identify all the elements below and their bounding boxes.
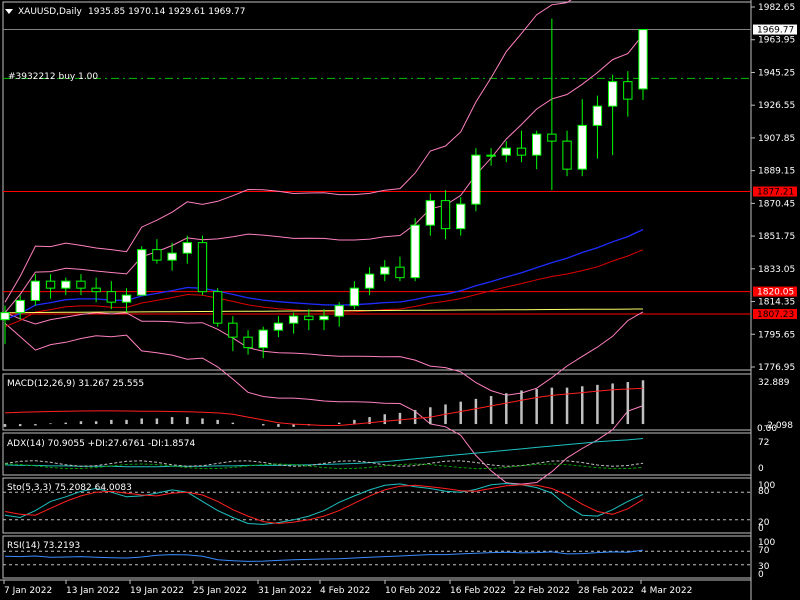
adx-scale-bottom: 0 <box>758 464 764 474</box>
price-marker-label: 1820.05 <box>757 288 794 298</box>
date-tick-label: 13 Jan 2022 <box>66 586 120 596</box>
bollinger-lower <box>4 322 644 485</box>
candle-body[interactable] <box>45 280 56 289</box>
candle-body[interactable] <box>364 273 375 289</box>
candle-body[interactable] <box>410 224 420 279</box>
date-tick-label: 10 Feb 2022 <box>385 586 441 596</box>
bollinger-upper <box>4 34 644 314</box>
candle-body[interactable] <box>106 291 117 303</box>
price-marker-label: 1807.23 <box>757 310 794 320</box>
candle-body[interactable] <box>152 249 162 261</box>
candle-body[interactable] <box>167 252 177 261</box>
candle-body[interactable] <box>592 105 603 126</box>
candle-body[interactable] <box>61 280 71 289</box>
candle-body[interactable] <box>395 266 405 279</box>
candle-body[interactable] <box>258 329 268 349</box>
price-tick-label: 1945.25 <box>758 68 795 78</box>
candle-body[interactable] <box>197 242 208 293</box>
price-tick-label: 1982.65 <box>758 3 795 13</box>
price-tick-label: 1851.75 <box>758 232 795 242</box>
candle-body[interactable] <box>182 242 192 254</box>
date-tick-label: 4 Mar 2022 <box>641 586 692 596</box>
candlesticks[interactable] <box>0 18 648 359</box>
candle-body[interactable] <box>349 287 360 307</box>
candle-body[interactable] <box>30 280 41 301</box>
date-tick-label: 7 Jan 2022 <box>4 586 52 596</box>
candle-body[interactable] <box>547 133 557 142</box>
candle-body[interactable] <box>304 315 314 321</box>
candle-body[interactable] <box>471 154 481 205</box>
price-tick-label: 1889.15 <box>758 167 795 177</box>
candle-body[interactable] <box>137 249 147 296</box>
moving-averages <box>4 0 644 485</box>
sto-scale-80: 80 <box>758 487 770 497</box>
order-label: #3932212 buy 1.00 <box>8 72 98 82</box>
candle-body[interactable] <box>76 280 86 289</box>
candle-body[interactable] <box>456 203 466 230</box>
price-tick-label: 1963.95 <box>758 36 795 46</box>
date-tick-label: 31 Jan 2022 <box>258 586 312 596</box>
date-tick-label: 22 Feb 2022 <box>514 586 570 596</box>
price-tick-label: 1870.45 <box>758 199 795 209</box>
rsi-label: RSI(14) 73.2193 <box>7 541 80 551</box>
candle-body[interactable] <box>623 81 633 100</box>
stochastic-label: Sto(5,3,3) 75.2082 64.0083 <box>7 483 132 493</box>
date-axis[interactable]: 7 Jan 2022 13 Jan 2022 19 Jan 2022 25 Jan 2… <box>3 580 692 596</box>
macd-signal-line <box>4 387 644 426</box>
candle-body[interactable] <box>243 336 253 349</box>
candle-body[interactable] <box>486 154 496 157</box>
symbol-dropdown-icon[interactable] <box>5 9 13 14</box>
candle-body[interactable] <box>577 124 587 170</box>
price-tick-label: 1795.65 <box>758 330 795 340</box>
candle-body[interactable] <box>425 200 436 226</box>
candle-body[interactable] <box>0 312 10 321</box>
sto-scale-0: 0 <box>758 524 764 534</box>
symbol-title: XAUUSD,Daily <box>18 7 82 17</box>
candle-body[interactable] <box>638 29 648 90</box>
price-tick-label: 1833.05 <box>758 265 795 275</box>
date-tick-label: 16 Feb 2022 <box>450 586 506 596</box>
macd-scale-bottom: 0.00 <box>757 424 777 434</box>
candle-body[interactable] <box>121 294 132 303</box>
macd-label: MACD(12,26,9) 31.267 25.555 <box>7 379 144 389</box>
date-tick-label: 19 Jan 2022 <box>130 586 184 596</box>
candle-body[interactable] <box>288 315 299 324</box>
candle-body[interactable] <box>501 147 511 156</box>
rsi-scale-70: 70 <box>758 546 770 556</box>
plus-di-line <box>4 460 644 467</box>
candle-body[interactable] <box>319 315 329 321</box>
candle-body[interactable] <box>562 140 572 170</box>
macd-scale-top: 32.889 <box>758 378 790 388</box>
candle-body[interactable] <box>531 133 542 156</box>
price-marker-label: 1877.21 <box>757 188 794 198</box>
candle-body[interactable] <box>228 322 238 338</box>
date-tick-label: 25 Jan 2022 <box>193 586 247 596</box>
adx-scale-top: 72 <box>758 438 769 448</box>
trading-chart[interactable]: XAUUSD,Daily 1935.85 1970.14 1929.61 196… <box>0 0 800 600</box>
ohlc-readout: 1935.85 1970.14 1929.61 1969.77 <box>88 7 245 17</box>
candle-body[interactable] <box>380 266 390 275</box>
price-marker-label: 1969.77 <box>757 26 794 36</box>
candle-body[interactable] <box>334 305 344 317</box>
date-tick-label: 4 Feb 2022 <box>320 586 370 596</box>
candle-body[interactable] <box>516 147 527 156</box>
candle-body[interactable] <box>91 287 101 293</box>
price-tick-label: 1926.55 <box>758 101 795 111</box>
candle-body[interactable] <box>273 322 284 331</box>
candle-body[interactable] <box>15 299 25 314</box>
price-tick-label: 1776.95 <box>758 363 795 373</box>
candle-body[interactable] <box>440 200 451 230</box>
rsi-line <box>4 549 644 562</box>
rsi-scale-0: 0 <box>758 570 764 580</box>
bollinger-upper <box>4 0 572 303</box>
rsi-pane <box>3 549 751 566</box>
candle-body[interactable] <box>212 291 223 324</box>
price-axis[interactable]: 1982.65 1963.95 1945.25 1926.55 1907.85 1889.… <box>751 3 797 373</box>
date-tick-label: 28 Feb 2022 <box>578 586 634 596</box>
adx-label: ADX(14) 70.9055 +DI:27.6761 -DI:1.8574 <box>7 439 196 449</box>
candle-body[interactable] <box>607 81 618 107</box>
price-tick-label: 1814.35 <box>758 298 795 308</box>
price-tick-label: 1907.85 <box>758 134 795 144</box>
